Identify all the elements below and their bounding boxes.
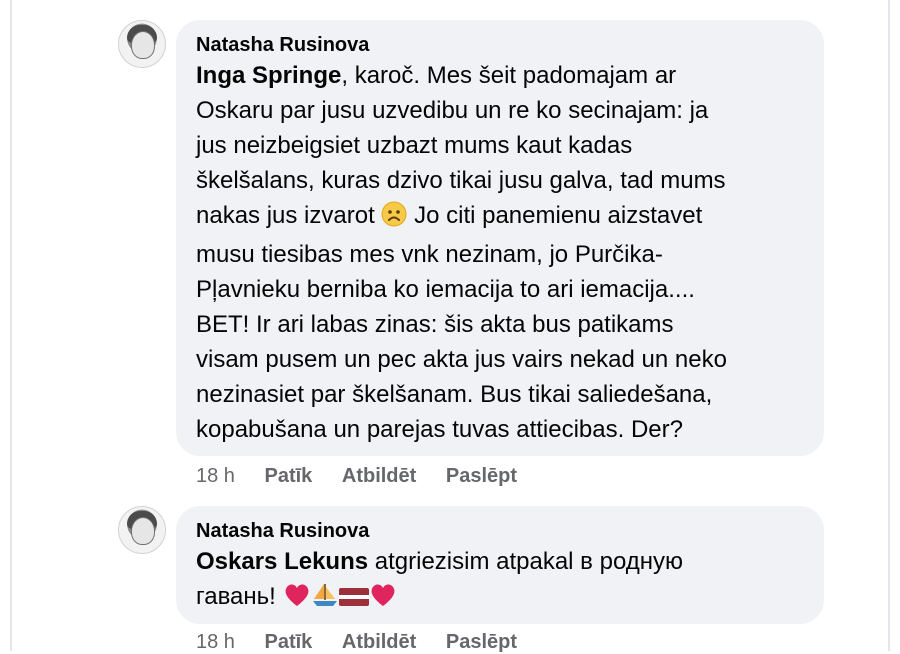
comment-bubble: Natasha Rusinova Inga Springe, karoč. Me… [176,20,824,456]
author-avatar[interactable] [118,506,166,554]
comment-actions: 18 h Patīk Atbildēt Paslēpt [196,630,541,654]
latvia-flag-emoji [338,583,369,618]
red-heart-emoji [369,582,397,618]
thread-line-left [10,0,12,651]
red-heart-emoji [283,582,311,618]
comment-timestamp[interactable]: 18 h [196,631,235,653]
comment-2: Natasha Rusinova Oskars Lekuns atgriezis… [118,506,828,654]
hide-button[interactable]: Paslēpt [446,465,517,487]
like-button[interactable]: Patīk [265,631,313,653]
thread-line-right [888,0,890,651]
comment-bubble: Natasha Rusinova Oskars Lekuns atgriezis… [176,506,824,624]
avatar-face [131,517,155,545]
comment-1: Natasha Rusinova Inga Springe, karoč. Me… [118,20,828,500]
comment-actions: 18 h Patīk Atbildēt Paslēpt [196,464,541,488]
like-button[interactable]: Patīk [265,465,313,487]
comment-timestamp[interactable]: 18 h [196,465,235,487]
comment-text: Oskars Lekuns atgriezisim atpakal в родн… [196,544,804,618]
sailboat-emoji [311,582,339,618]
author-avatar[interactable] [118,20,166,68]
comment-author[interactable]: Natasha Rusinova [196,32,804,58]
comment-text: Inga Springe, karoč. Mes šeit padomajam … [196,62,727,443]
avatar-face [131,31,155,59]
mention-link[interactable]: Inga Springe [196,62,341,89]
reply-button[interactable]: Atbildēt [342,631,416,653]
comment-author[interactable]: Natasha Rusinova [196,518,804,544]
reply-button[interactable]: Atbildēt [342,465,416,487]
sad-face-emoji [381,201,407,237]
hide-button[interactable]: Paslēpt [446,631,517,653]
mention-link[interactable]: Oskars Lekuns [196,548,368,575]
